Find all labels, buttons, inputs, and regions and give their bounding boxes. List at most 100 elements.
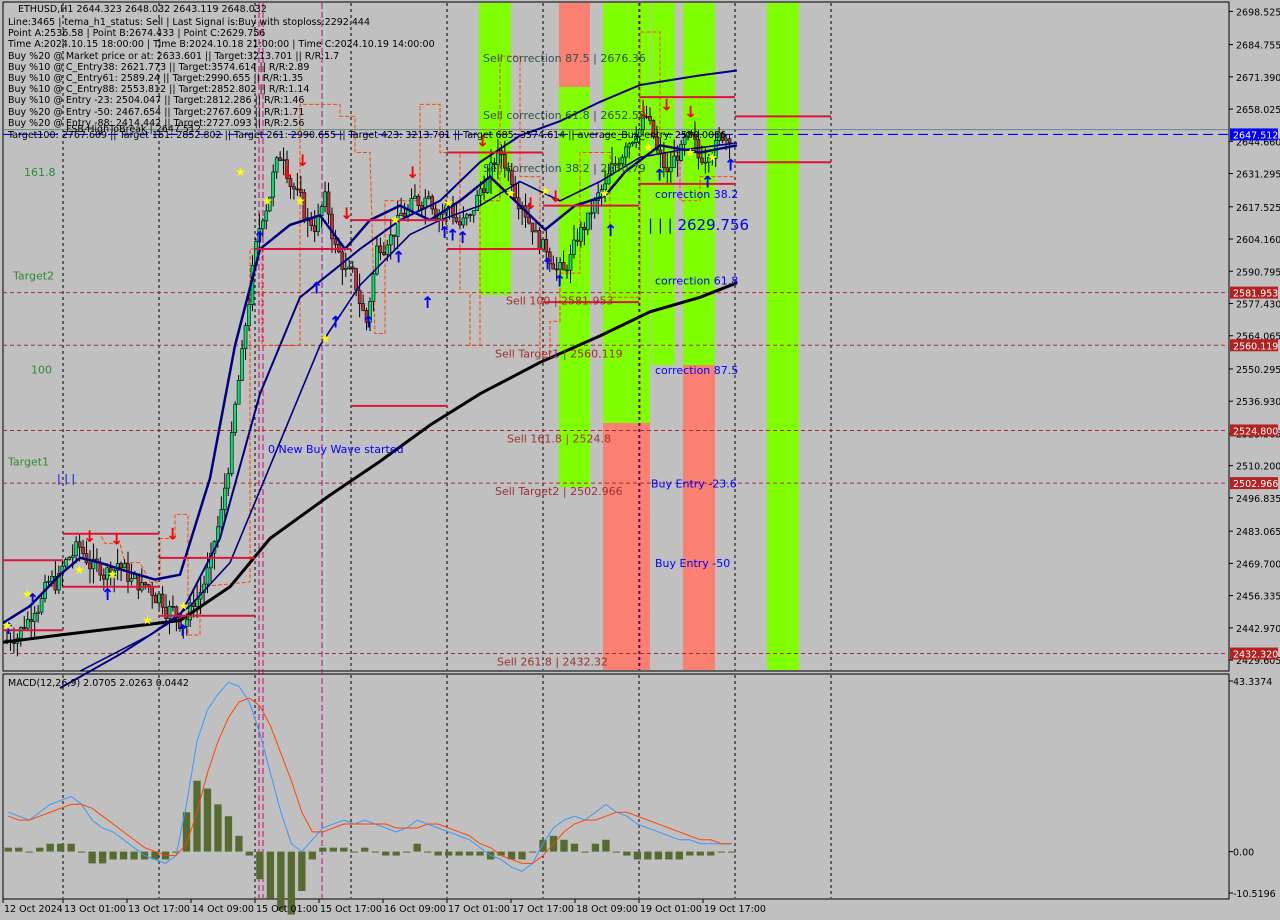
bull-candle xyxy=(668,167,673,173)
left-target-label: 100 xyxy=(31,364,52,377)
fib-label: Sell 161.8 | 2524.8 xyxy=(507,432,611,445)
time-tick-label: 14 Oct 09:00 xyxy=(192,904,254,915)
info-line: Line:3465 | tema_h1_status: Sell | Last … xyxy=(8,17,370,28)
info-line: Buy %10 @ C_Entry88: 2553.812 || Target:… xyxy=(8,84,310,96)
bull-candle xyxy=(679,144,683,161)
macd-histogram-bar xyxy=(256,851,264,880)
time-tick-label: 16 Oct 09:00 xyxy=(384,904,446,915)
sell-arrow-icon: ↓ xyxy=(340,204,353,223)
bull-candle xyxy=(247,304,251,326)
new-buy-wave-label: 0 New Buy Wave started xyxy=(268,443,404,456)
star-icon: ★ xyxy=(505,187,516,201)
macd-histogram-bar xyxy=(224,816,233,852)
macd-histogram-bar xyxy=(245,851,254,856)
bull-candle xyxy=(67,557,72,561)
bear-candle xyxy=(575,239,580,242)
macd-tick-label: 0.00 xyxy=(1233,848,1254,859)
macd-histogram-bar xyxy=(644,851,652,860)
bear-candle xyxy=(530,222,535,233)
price-tick-label: 2671.390 xyxy=(1236,73,1280,84)
macd-tick-label: -10.5196 xyxy=(1233,889,1276,900)
price-tick-label: 2483.065 xyxy=(1236,527,1280,538)
info-line: Buy %20 @ Entry -50: 2467.654 || Target:… xyxy=(8,106,305,118)
fib-label: Sell correction 87.5 | 2676.36 xyxy=(483,52,646,65)
star-icon: ★ xyxy=(235,165,246,179)
buy-arrow-icon: ↑ xyxy=(653,165,666,184)
fib-label: correction 61.8 xyxy=(655,275,738,288)
bear-candle xyxy=(454,216,459,223)
star-icon: ★ xyxy=(707,150,718,164)
bull-candle xyxy=(589,212,594,215)
price-tick-label: 2442.970 xyxy=(1236,624,1280,635)
star-icon: ★ xyxy=(107,568,118,582)
green-zone xyxy=(767,3,799,670)
bull-candle xyxy=(534,230,538,233)
bull-candle xyxy=(568,254,573,271)
macd-histogram-bar xyxy=(203,788,212,852)
macd-histogram-bar xyxy=(560,839,568,852)
time-tick-label: 13 Oct 17:00 xyxy=(128,904,190,915)
bull-candle xyxy=(471,210,476,216)
star-icon: ★ xyxy=(142,614,153,628)
buy-arrow-icon: ↑ xyxy=(101,585,114,604)
bull-candle xyxy=(585,212,590,231)
bear-candle xyxy=(354,268,358,291)
bull-candle xyxy=(19,627,23,639)
buy-arrow-icon: ↑ xyxy=(553,271,566,290)
star-icon: ★ xyxy=(178,599,189,613)
bull-candle xyxy=(236,380,241,405)
point-c-small-label: | | | xyxy=(57,472,75,485)
bull-candle xyxy=(233,403,237,433)
sell-arrow-icon: ↓ xyxy=(296,151,309,170)
bear-candle xyxy=(430,196,435,210)
star-icon: ★ xyxy=(74,563,85,577)
star-icon: ★ xyxy=(295,194,306,208)
bear-candle xyxy=(561,262,566,271)
bull-candle xyxy=(39,598,44,613)
macd-histogram-bar xyxy=(602,839,610,852)
info-line: Time A:2024.10.15 18:00:00 | Time B:2024… xyxy=(8,39,435,51)
price-axis[interactable]: 2698.5252684.7552671.3902658.0252644.660… xyxy=(1229,7,1280,667)
macd-histogram-bar xyxy=(88,851,96,864)
fib-label: Buy Entry -23.6 xyxy=(651,477,737,490)
bull-candle xyxy=(46,580,51,583)
bear-candle xyxy=(350,266,355,269)
bull-candle xyxy=(264,210,269,222)
buy-arrow-icon: ↑ xyxy=(176,621,189,640)
time-axis[interactable]: 12 Oct 2024 13 Oct 01:00 13 Oct 17:00 14 Oc… xyxy=(2,899,766,915)
bull-candle xyxy=(219,509,224,528)
macd-histogram-bar xyxy=(77,851,86,853)
price-tick-label: 2456.335 xyxy=(1236,592,1280,603)
bull-candle xyxy=(630,142,635,145)
price-tick-label: 2577.430 xyxy=(1236,299,1280,310)
bear-candle xyxy=(77,541,82,548)
bull-candle xyxy=(464,214,469,219)
bull-candle xyxy=(240,348,244,381)
macd-panel[interactable] xyxy=(2,673,1230,900)
fib-label: Sell correction 61.8 | 2652.58 xyxy=(483,109,646,122)
bear-candle xyxy=(382,252,386,255)
bull-candle xyxy=(223,487,227,510)
macd-histogram-bar xyxy=(528,851,537,853)
bear-candle xyxy=(150,586,154,596)
price-tick-label: 2604.160 xyxy=(1236,235,1280,246)
bull-candle xyxy=(409,198,414,211)
macd-histogram-bar xyxy=(361,847,369,852)
bull-candle xyxy=(25,619,30,629)
macd-histogram-bar xyxy=(214,804,222,852)
info-line: Buy %10 @ Entry -23: 2504.047 || Target:… xyxy=(8,95,305,107)
buy-arrow-icon: ↑ xyxy=(604,221,617,240)
macd-histogram-bar xyxy=(46,843,54,852)
star-icon: ★ xyxy=(599,187,610,201)
macd-histogram-bar xyxy=(36,847,44,852)
bear-candle xyxy=(482,188,486,193)
macd-histogram-bar xyxy=(193,780,201,852)
bull-candle xyxy=(385,244,390,255)
bear-candle xyxy=(357,289,362,304)
macd-histogram-bar xyxy=(119,851,128,860)
macd-histogram-bar xyxy=(319,847,327,852)
buy-arrow-icon: ↑ xyxy=(724,156,737,175)
bull-candle xyxy=(343,267,348,270)
bear-candle xyxy=(340,251,345,270)
price-tick-label: 2496.835 xyxy=(1236,494,1280,505)
